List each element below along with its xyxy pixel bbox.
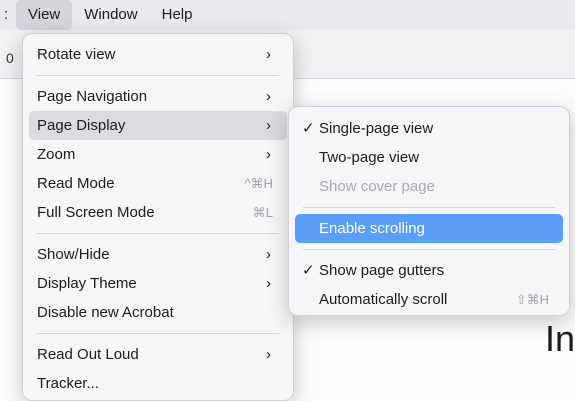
menu-item-full-screen-mode[interactable]: Full Screen Mode ⌘L — [29, 198, 287, 227]
menu-item-label: Read Mode — [37, 175, 115, 192]
toolbar-fragment-text: 0 — [6, 50, 14, 66]
menubar-item-help[interactable]: Help — [150, 0, 205, 30]
page-display-submenu: ✓ Single-page view Two-page view Show co… — [288, 106, 570, 316]
menu-separator — [303, 249, 555, 250]
menu-item-display-theme[interactable]: Display Theme › — [29, 269, 287, 298]
menu-item-show-cover-page: Show cover page — [295, 172, 563, 201]
menu-separator — [37, 233, 279, 234]
menu-item-zoom[interactable]: Zoom › — [29, 140, 287, 169]
menu-item-label: Page Display — [37, 117, 126, 134]
menu-item-disable-new-acrobat[interactable]: Disable new Acrobat — [29, 298, 287, 327]
menu-item-label: Read Out Loud — [37, 346, 139, 363]
chevron-right-icon: › — [266, 246, 271, 263]
menu-item-label: Display Theme — [37, 275, 137, 292]
screen: : View Window Help 0 In Rotate view › Pa… — [0, 0, 575, 401]
shortcut-label: ⇧⌘H — [515, 292, 549, 307]
menu-item-enable-scrolling[interactable]: Enable scrolling — [295, 214, 563, 243]
shortcut-label: ⌘L — [252, 205, 273, 220]
chevron-right-icon: › — [266, 146, 271, 163]
menu-item-two-page-view[interactable]: Two-page view — [295, 143, 563, 172]
menu-separator — [37, 333, 279, 334]
chevron-right-icon: › — [266, 275, 271, 292]
chevron-right-icon: › — [266, 117, 271, 134]
menu-item-label: Disable new Acrobat — [37, 304, 174, 321]
menu-item-page-display[interactable]: Page Display › — [29, 111, 287, 140]
menu-item-show-page-gutters[interactable]: ✓ Show page gutters — [295, 256, 563, 285]
menu-item-rotate-view[interactable]: Rotate view › — [29, 40, 287, 69]
menu-item-automatically-scroll[interactable]: Automatically scroll ⇧⌘H — [295, 285, 563, 314]
menu-item-label: Show cover page — [319, 178, 435, 195]
menu-item-label: Rotate view — [37, 46, 116, 63]
menu-item-label: Show/Hide — [37, 246, 110, 263]
menu-bar: : View Window Help — [0, 0, 575, 30]
chevron-right-icon: › — [266, 46, 271, 63]
menu-item-label: Enable scrolling — [319, 220, 425, 237]
menu-item-label: Show page gutters — [319, 262, 445, 279]
menu-item-label: Automatically scroll — [319, 291, 448, 308]
menu-item-label: Single-page view — [319, 120, 434, 137]
menu-item-read-out-loud[interactable]: Read Out Loud › — [29, 340, 287, 369]
menubar-item-window[interactable]: Window — [72, 0, 149, 30]
menu-item-read-mode[interactable]: Read Mode ^⌘H — [29, 169, 287, 198]
menubar-item-edit[interactable]: : — [0, 0, 16, 30]
checkmark-icon: ✓ — [302, 120, 315, 137]
menu-item-label: Two-page view — [319, 149, 420, 166]
menu-item-label: Tracker... — [37, 375, 99, 392]
document-text: In — [545, 318, 575, 359]
menu-separator — [37, 75, 279, 76]
menu-item-show-hide[interactable]: Show/Hide › — [29, 240, 287, 269]
menubar-item-view[interactable]: View — [16, 0, 73, 30]
chevron-right-icon: › — [266, 346, 271, 363]
menu-item-single-page-view[interactable]: ✓ Single-page view — [295, 114, 563, 143]
menu-item-label: Page Navigation — [37, 88, 148, 105]
checkmark-icon: ✓ — [302, 262, 315, 279]
menu-item-page-navigation[interactable]: Page Navigation › — [29, 82, 287, 111]
shortcut-label: ^⌘H — [244, 176, 274, 191]
menu-item-tracker[interactable]: Tracker... — [29, 369, 287, 398]
menu-item-label: Full Screen Mode — [37, 204, 155, 221]
menu-item-label: Zoom — [37, 146, 76, 163]
menu-separator — [303, 207, 555, 208]
view-menu: Rotate view › Page Navigation › Page Dis… — [22, 33, 294, 401]
chevron-right-icon: › — [266, 88, 271, 105]
